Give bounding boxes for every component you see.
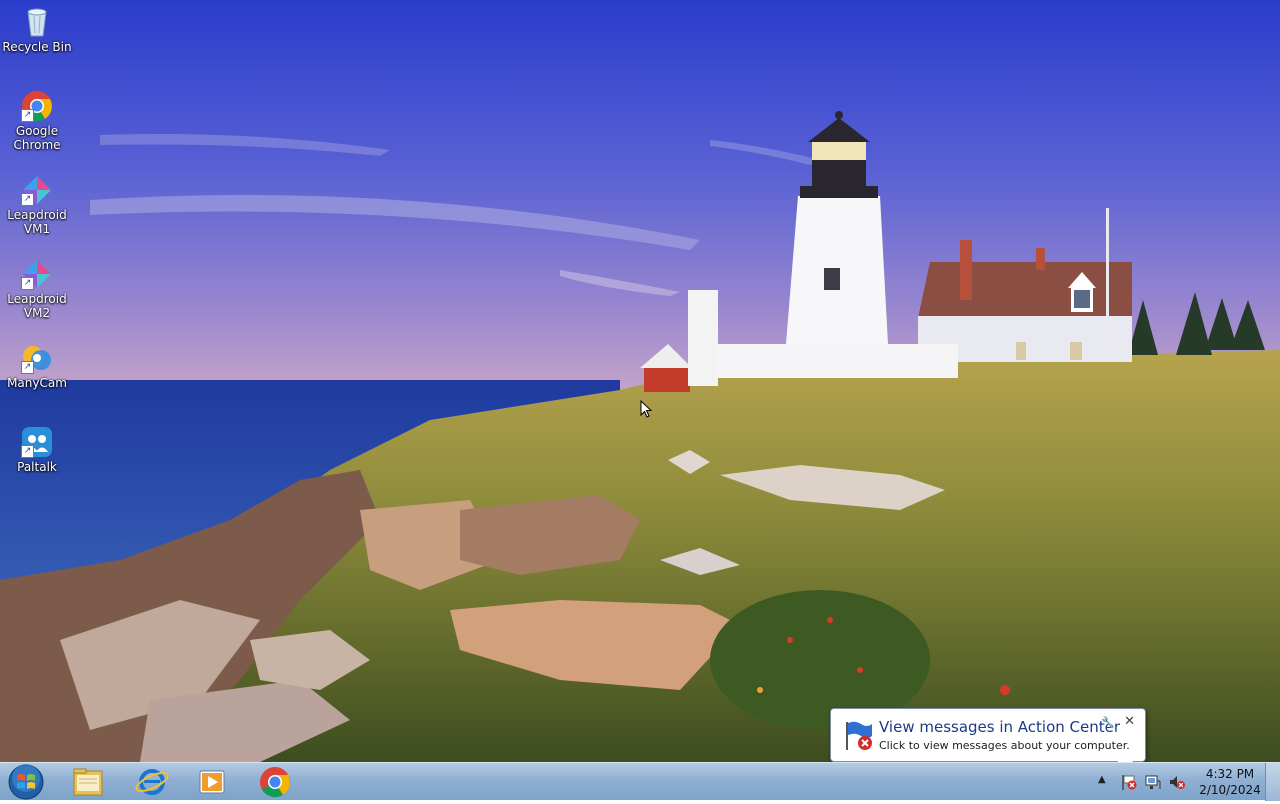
taskbar-file-explorer[interactable] [66,765,110,799]
media-player-icon [199,770,225,794]
desktop-icon-leapdroid-vm1[interactable]: ↗ Leapdroid VM1 [2,174,72,236]
lighthouse-wallpaper [0,0,1280,762]
action-center-flag-icon[interactable] [1120,773,1138,791]
network-icon[interactable] [1144,773,1162,791]
desktop-icon-label: Leapdroid VM2 [7,292,67,320]
action-center-notification[interactable]: View messages in Action Center Click to … [830,708,1146,772]
desktop-icon-recycle-bin[interactable]: Recycle Bin [2,6,72,54]
windows-orb-icon [8,764,44,800]
taskbar-media-player[interactable] [190,765,234,799]
show-hidden-icons-button[interactable]: ▲ [1098,774,1106,785]
desktop-wallpaper [0,0,1280,762]
paltalk-icon: ↗ [21,426,53,458]
desktop-icon-google-chrome[interactable]: ↗ Google Chrome [2,90,72,152]
volume-muted-icon[interactable] [1168,773,1186,791]
folder-icon [73,768,103,796]
shortcut-arrow-icon: ↗ [21,277,34,290]
start-button[interactable] [6,764,46,800]
desktop-icon-label: Recycle Bin [2,40,72,54]
chrome-icon: ↗ [21,90,53,122]
notification-message: Click to view messages about your comput… [879,739,1130,752]
taskbar-clock[interactable]: 4:32 PM 2/10/2024 [1198,766,1262,798]
options-icon[interactable]: 🔧 [1101,716,1115,729]
clock-time: 4:32 PM [1205,767,1255,781]
taskbar: ▲ 4:32 PM 2/10/2024 [0,762,1280,801]
desktop-icon-leapdroid-vm2[interactable]: ↗ Leapdroid VM2 [2,258,72,320]
recycle-bin-icon [21,6,53,38]
manycam-icon: ↗ [21,342,53,374]
desktop-icon-label: Google Chrome [13,124,61,152]
desktop-icon-label: Paltalk [17,460,57,474]
close-icon[interactable]: ✕ [1124,714,1135,729]
leapdroid-icon: ↗ [21,258,53,290]
taskbar-google-chrome[interactable] [253,765,297,799]
desktop-icon-label: Leapdroid VM1 [7,208,67,236]
taskbar-internet-explorer[interactable] [130,765,174,799]
system-tray: ▲ 4:32 PM 2/10/2024 [1098,763,1280,801]
desktop-icon-label: ManyCam [7,376,67,390]
shortcut-arrow-icon: ↗ [21,109,34,122]
mouse-cursor-icon [640,400,652,418]
show-desktop-button[interactable] [1265,763,1280,801]
leapdroid-icon: ↗ [21,174,53,206]
ie-icon [135,769,169,795]
shortcut-arrow-icon: ↗ [21,445,34,458]
desktop-icon-manycam[interactable]: ↗ ManyCam [2,342,72,390]
shortcut-arrow-icon: ↗ [21,193,34,206]
shortcut-arrow-icon: ↗ [21,361,34,374]
chrome-icon [260,767,290,798]
desktop-icon-paltalk[interactable]: ↗ Paltalk [2,426,72,474]
action-center-flag-icon [841,718,875,752]
clock-date: 2/10/2024 [1199,783,1261,797]
notification-title[interactable]: View messages in Action Center [879,718,1120,736]
